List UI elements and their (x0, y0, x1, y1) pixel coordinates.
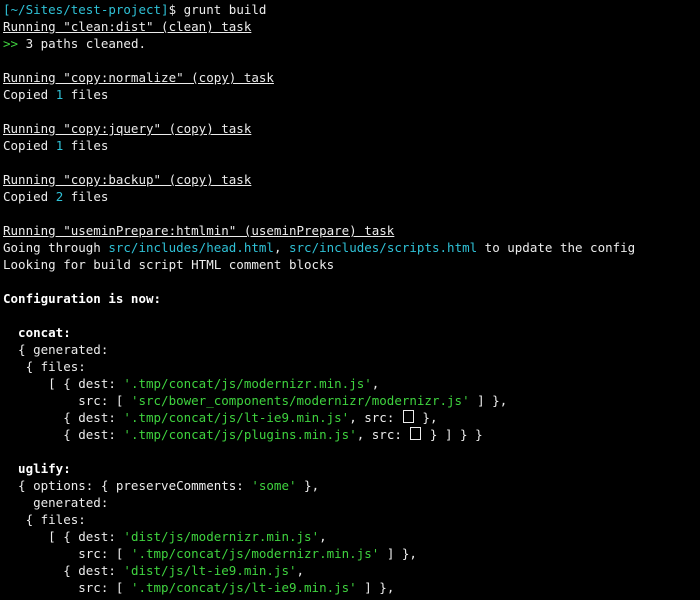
config-line: { dest: '.tmp/concat/js/plugins.min.js',… (3, 427, 483, 442)
string-value: 'dist/js/lt-ie9.min.js' (123, 563, 297, 578)
empty-array-glyph (402, 410, 414, 423)
prompt-path: [~/Sites/test-project] (3, 2, 169, 17)
task-output: Copied 1 files (3, 138, 109, 153)
terminal-window[interactable]: [~/Sites/test-project]$ grunt build Runn… (0, 0, 700, 600)
file-path: src/includes/head.html (108, 240, 274, 255)
success-marker: >> (3, 36, 19, 51)
empty-array-glyph (410, 427, 422, 440)
string-value: '.tmp/concat/js/modernizr.min.js' (123, 376, 372, 391)
config-line: src: [ '.tmp/concat/js/lt-ie9.min.js' ] … (3, 580, 395, 595)
task-running-label: Running "copy:backup" (copy) task (3, 172, 252, 187)
config-line: { options: { preserveComments: 'some' }, (3, 478, 320, 493)
task-output: Going through src/includes/head.html, sr… (3, 240, 636, 255)
task-header: Running "clean:dist" (clean) task (3, 18, 700, 35)
task-header: Running "copy:normalize" (copy) task (3, 69, 700, 86)
config-line: { generated: (3, 342, 109, 357)
task-output: Looking for build script HTML comment bl… (3, 257, 335, 272)
config-line: { files: (3, 359, 86, 374)
string-value: '.tmp/concat/js/modernizr.min.js' (130, 546, 380, 561)
config-line: src: [ 'src/bower_components/modernizr/m… (3, 393, 508, 408)
task-header: Running "copy:backup" (copy) task (3, 171, 700, 188)
clean-result: 3 paths cleaned. (18, 36, 146, 51)
task-output: Copied 2 files (3, 189, 109, 204)
task-running-label: Running "useminPrepare:htmlmin" (useminP… (3, 223, 395, 238)
config-line: [ { dest: 'dist/js/modernizr.min.js', (3, 529, 327, 544)
config-line: { dest: '.tmp/concat/js/lt-ie9.min.js', … (3, 410, 438, 425)
string-value: 'src/bower_components/modernizr/moderniz… (130, 393, 470, 408)
task-output: Copied 1 files (3, 87, 109, 102)
task-output: >> 3 paths cleaned. (3, 35, 700, 52)
file-path: src/includes/scripts.html (289, 240, 478, 255)
config-header: Configuration is now: (3, 291, 162, 306)
string-value: 'some' (251, 478, 297, 493)
prompt-symbol: $ (168, 2, 177, 17)
config-line: generated: (3, 495, 109, 510)
string-value: '.tmp/concat/js/lt-ie9.min.js' (130, 580, 357, 595)
prompt-command: grunt build (176, 2, 267, 17)
string-value: '.tmp/concat/js/plugins.min.js' (123, 427, 357, 442)
task-header: Running "copy:jquery" (copy) task (3, 120, 700, 137)
task-header: Running "useminPrepare:htmlmin" (useminP… (3, 222, 700, 239)
config-line: { files: (3, 512, 86, 527)
task-running-label: Running "copy:normalize" (copy) task (3, 70, 274, 85)
task-running-label: Running "clean:dist" (clean) task (3, 19, 252, 34)
config-line: { dest: 'dist/js/lt-ie9.min.js', (3, 563, 305, 578)
string-value: '.tmp/concat/js/lt-ie9.min.js' (123, 410, 350, 425)
string-value: 'dist/js/modernizr.min.js' (123, 529, 320, 544)
prompt-line: [~/Sites/test-project]$ grunt build (3, 1, 700, 18)
task-running-label: Running "copy:jquery" (copy) task (3, 121, 252, 136)
config-key: uglify: (3, 461, 71, 476)
config-line: [ { dest: '.tmp/concat/js/modernizr.min.… (3, 376, 380, 391)
config-key: concat: (3, 325, 71, 340)
config-line: src: [ '.tmp/concat/js/modernizr.min.js'… (3, 546, 417, 561)
